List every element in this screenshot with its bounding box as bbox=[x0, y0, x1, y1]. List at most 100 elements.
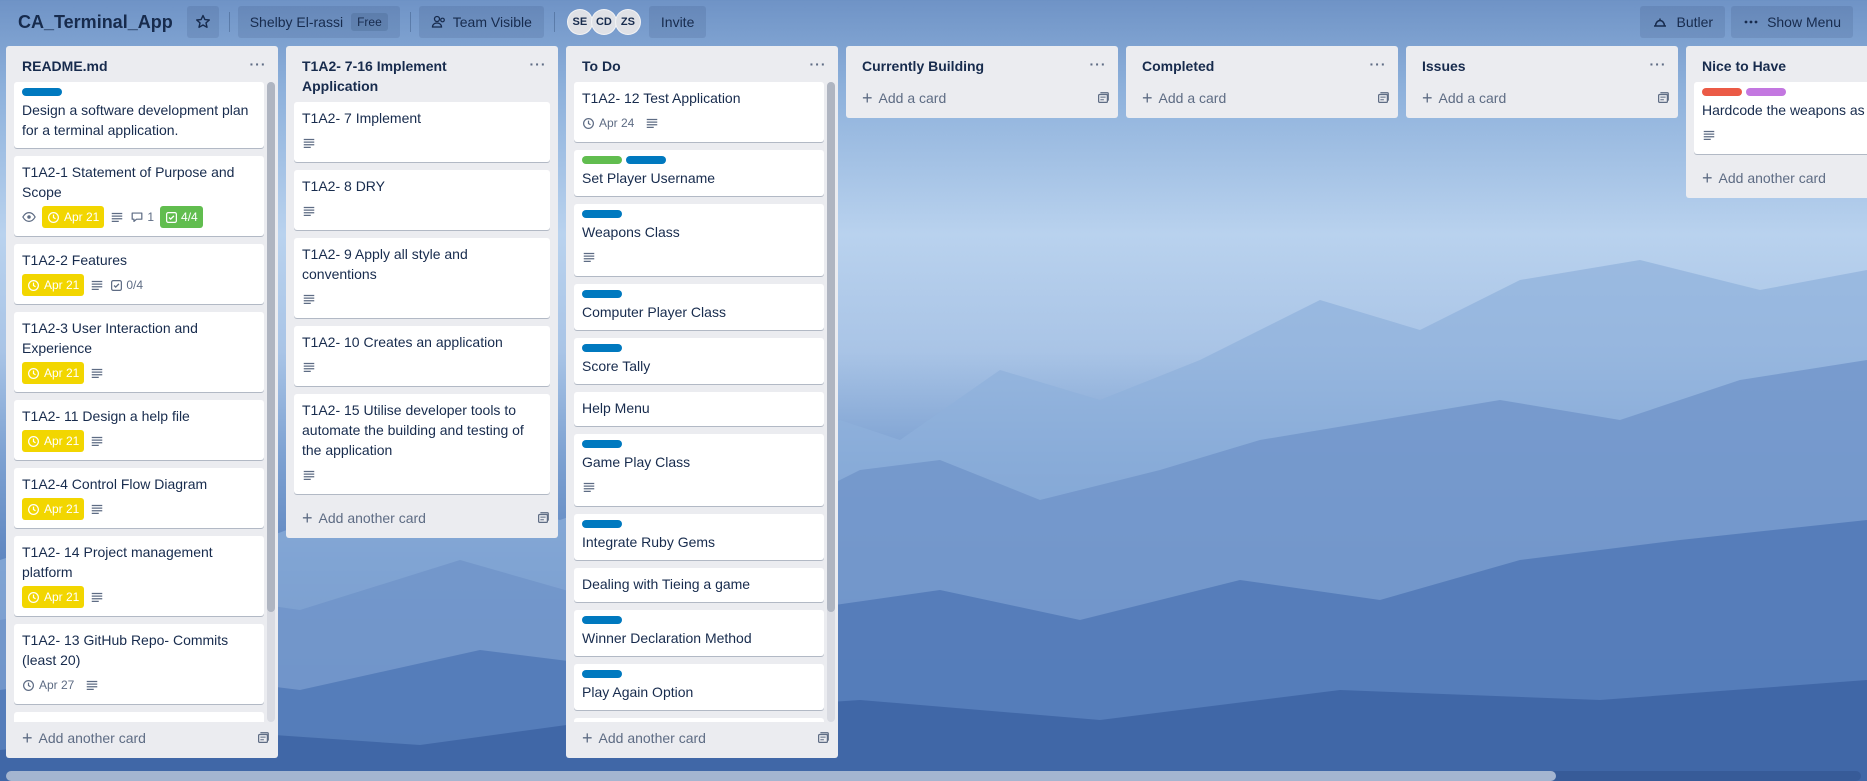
avatar[interactable]: CD bbox=[590, 9, 617, 35]
star-button[interactable] bbox=[186, 6, 219, 38]
list-header[interactable]: To Do ··· bbox=[566, 46, 838, 82]
add-card-button[interactable]: + Add a card bbox=[846, 82, 1118, 118]
card[interactable]: T1A2- 13 GitHub Repo- Commits (least 20)… bbox=[14, 624, 264, 704]
label-blue[interactable] bbox=[582, 344, 622, 352]
list-title[interactable]: T1A2- 7-16 Implement Application bbox=[302, 56, 526, 96]
list-title[interactable]: To Do bbox=[582, 56, 806, 76]
list-title[interactable]: Completed bbox=[1142, 56, 1366, 76]
card[interactable]: T1A2-4 Control Flow Diagram Apr 21 bbox=[14, 468, 264, 528]
add-card-button[interactable]: + Add another card bbox=[566, 722, 838, 758]
card-template-button[interactable] bbox=[816, 731, 830, 745]
card[interactable]: Hardcode the weapons as bbox=[1694, 82, 1867, 154]
due-date-badge[interactable]: Apr 21 bbox=[22, 586, 85, 608]
card[interactable]: T1A2- 15 Utilise developer tools to auto… bbox=[294, 394, 550, 494]
due-date-badge[interactable]: Apr 21 bbox=[42, 206, 105, 228]
card-template-button[interactable] bbox=[1656, 91, 1670, 105]
list-header[interactable]: Issues ··· bbox=[1406, 46, 1678, 82]
card-template-button[interactable] bbox=[1096, 91, 1110, 105]
list-header[interactable]: Completed ··· bbox=[1126, 46, 1398, 82]
card-template-button[interactable] bbox=[256, 731, 270, 745]
invite-button[interactable]: Invite bbox=[648, 6, 707, 38]
label-red[interactable] bbox=[1702, 88, 1742, 96]
card[interactable]: Dealing with Tieing a game bbox=[574, 568, 824, 602]
list-menu-icon[interactable]: ··· bbox=[1086, 56, 1110, 72]
label-blue[interactable] bbox=[582, 210, 622, 218]
horizontal-scrollbar[interactable] bbox=[6, 771, 1861, 781]
add-card-button[interactable]: + Add another card bbox=[286, 502, 558, 538]
card[interactable]: Weapons Class bbox=[574, 204, 824, 276]
card[interactable]: T1A2- 11 Design a help file Apr 21 bbox=[14, 400, 264, 460]
due-date-badge[interactable]: Apr 21 bbox=[22, 430, 85, 452]
due-date-badge[interactable]: Apr 21 bbox=[22, 498, 85, 520]
label-blue[interactable] bbox=[626, 156, 666, 164]
list-header[interactable]: Nice to Have··· bbox=[1686, 46, 1867, 82]
add-card-button[interactable]: + Add another card bbox=[6, 722, 278, 758]
list-scrollbar[interactable] bbox=[267, 82, 275, 722]
card[interactable]: Play Again Option bbox=[574, 664, 824, 710]
label-blue[interactable] bbox=[582, 616, 622, 624]
show-menu-button[interactable]: Show Menu bbox=[1731, 6, 1853, 38]
card[interactable]: Integrate Ruby Gems bbox=[574, 514, 824, 560]
list-menu-icon[interactable]: ··· bbox=[526, 56, 550, 72]
list-menu-icon[interactable]: ··· bbox=[1646, 56, 1670, 72]
avatar[interactable]: SE bbox=[566, 9, 593, 35]
card[interactable]: T1A2-1 Statement of Purpose and Scope Apr… bbox=[14, 156, 264, 236]
add-card-button[interactable]: + Add another card bbox=[1686, 162, 1867, 198]
board-name[interactable]: CA_Terminal_App bbox=[18, 12, 173, 33]
list-header[interactable]: Currently Building ··· bbox=[846, 46, 1118, 82]
label-blue[interactable] bbox=[22, 88, 62, 96]
visibility-label: Team Visible bbox=[452, 14, 532, 30]
list-column: Nice to Have··· Hardcode the weapons as + A… bbox=[1686, 46, 1867, 198]
card[interactable]: Set Player Username bbox=[574, 150, 824, 196]
card[interactable]: T1A2- 9 Apply all style and conventions bbox=[294, 238, 550, 318]
visibility-button[interactable]: Team Visible bbox=[418, 6, 544, 38]
label-purple[interactable] bbox=[1746, 88, 1786, 96]
list-header[interactable]: README.md ··· bbox=[6, 46, 278, 82]
list-title[interactable]: README.md bbox=[22, 56, 246, 76]
list-title[interactable]: Nice to Have bbox=[1702, 56, 1867, 76]
list-menu-icon[interactable]: ··· bbox=[246, 56, 270, 72]
list-menu-icon[interactable]: ··· bbox=[806, 56, 830, 72]
card[interactable]: T1A2- 12 Test Application Apr 24 bbox=[574, 82, 824, 142]
card-template-button[interactable] bbox=[1376, 91, 1390, 105]
card[interactable]: T1A2-3 User Interaction and Experience Ap… bbox=[14, 312, 264, 392]
list-scrollbar[interactable] bbox=[827, 82, 835, 722]
card[interactable]: Winner Declaration Method bbox=[574, 610, 824, 656]
card-template-button[interactable] bbox=[536, 511, 550, 525]
card[interactable]: T1A2- 10 Creates an application bbox=[294, 326, 550, 386]
checklist-badge: 4/4 bbox=[160, 206, 203, 228]
list-menu-icon[interactable]: ··· bbox=[1366, 56, 1390, 72]
label-blue[interactable] bbox=[582, 520, 622, 528]
team-button[interactable]: Shelby El-rassi Free bbox=[237, 6, 400, 38]
card[interactable]: T1A2- 16- Design Powerpoint bbox=[574, 718, 824, 722]
avatar[interactable]: ZS bbox=[614, 9, 641, 35]
card[interactable]: Score Tally bbox=[574, 338, 824, 384]
list-title[interactable]: Issues bbox=[1422, 56, 1646, 76]
checklist-icon bbox=[111, 279, 123, 291]
list-header[interactable]: T1A2- 7-16 Implement Application ··· bbox=[286, 46, 558, 102]
card[interactable]: T1A2- 8 DRY bbox=[294, 170, 550, 230]
label-blue[interactable] bbox=[582, 670, 622, 678]
add-card-button[interactable]: + Add a card bbox=[1406, 82, 1678, 118]
card[interactable]: T1A2- 7 Implement bbox=[294, 102, 550, 162]
butler-button[interactable]: Butler bbox=[1640, 6, 1726, 38]
card[interactable]: Design a software development plan for a… bbox=[14, 82, 264, 148]
card[interactable]: T1A2-2 Features Apr 21 0/4 bbox=[14, 244, 264, 304]
label-blue[interactable] bbox=[582, 290, 622, 298]
scrollbar-thumb[interactable] bbox=[267, 82, 275, 612]
add-card-button[interactable]: + Add a card bbox=[1126, 82, 1398, 118]
list-title[interactable]: Currently Building bbox=[862, 56, 1086, 76]
card[interactable]: T1A2-6 Status Update bbox=[14, 712, 264, 722]
due-date-badge[interactable]: Apr 21 bbox=[22, 362, 85, 384]
label-green[interactable] bbox=[582, 156, 622, 164]
card[interactable]: Help Menu bbox=[574, 392, 824, 426]
due-date-badge[interactable]: Apr 21 bbox=[22, 274, 85, 296]
card[interactable]: Computer Player Class bbox=[574, 284, 824, 330]
card[interactable]: T1A2- 14 Project management platform Apr … bbox=[14, 536, 264, 616]
due-date-badge[interactable]: Apr 24 bbox=[582, 112, 639, 134]
scrollbar-thumb[interactable] bbox=[827, 82, 835, 612]
card[interactable]: Game Play Class bbox=[574, 434, 824, 506]
due-date-badge[interactable]: Apr 27 bbox=[22, 674, 79, 696]
scrollbar-thumb[interactable] bbox=[6, 771, 1556, 781]
label-blue[interactable] bbox=[582, 440, 622, 448]
